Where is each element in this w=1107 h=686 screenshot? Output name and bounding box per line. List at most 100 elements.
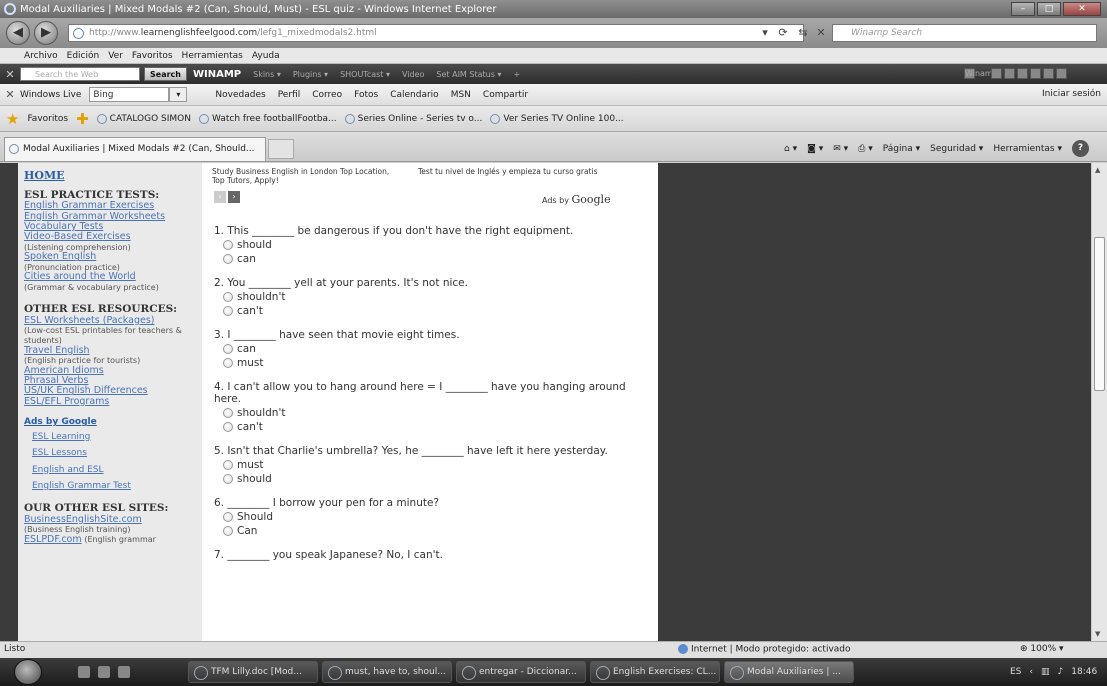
search-input[interactable]: Winamp Search [832,24,1097,42]
home-icon[interactable]: ⌂ ▾ [784,144,797,154]
answer-option[interactable]: should [214,238,658,252]
live-link-novedades[interactable]: Novedades [215,90,265,100]
ie-quicklaunch-icon[interactable] [98,666,110,678]
scroll-up-icon[interactable]: ▲ [1095,166,1100,174]
refresh-icon[interactable]: ⟳ [774,24,792,42]
answer-option[interactable]: can [214,342,658,356]
answer-option[interactable]: can [214,252,658,266]
radio-button[interactable] [223,474,233,484]
favorite-item[interactable]: Watch free footballFootba... [199,113,337,124]
radio-button[interactable] [223,526,233,536]
mail-icon[interactable]: ✉ ▾ [833,144,848,154]
live-link-msn[interactable]: MSN [451,90,471,100]
maximize-button[interactable]: □ [1037,2,1061,16]
ad-text[interactable]: Test tu nivel de Inglés y empieza tu cur… [418,167,604,185]
security-zone[interactable]: Internet | Modo protegido: activado [678,644,851,655]
bing-search-button[interactable]: ▾ [169,87,188,102]
favorites-button[interactable]: Favoritos [27,114,68,124]
winamp-search-button[interactable]: Search [144,67,187,81]
radio-button[interactable] [223,240,233,250]
winamp-menu-shoutcast[interactable]: SHOUTcast ▾ [340,70,390,79]
scroll-down-icon[interactable]: ▼ [1095,630,1100,638]
sidebar-link[interactable]: ESLPDF.com [24,534,82,545]
add-favorite-icon[interactable]: ✚ [76,110,89,128]
winamp-menu-aim[interactable]: Set AIM Status ▾ [436,70,501,79]
answer-option[interactable]: can't [214,420,658,434]
winamp-search-input[interactable]: Search the Web [20,67,140,81]
address-input[interactable]: http://www.learnenglishfeelgood.com/lefg… [68,24,804,42]
live-link-calendario[interactable]: Calendario [390,90,438,100]
tools-menu[interactable]: Herramientas ▾ [993,144,1062,154]
radio-button[interactable] [223,358,233,368]
start-button[interactable] [14,659,42,685]
taskbar-item-active[interactable]: Modal Auxiliaries | ... [724,661,854,683]
answer-option[interactable]: shouldn't [214,406,658,420]
sidebar-ads-heading[interactable]: Ads by Google [24,417,197,428]
tray-arrow-icon[interactable]: ‹ [1029,667,1033,677]
winamp-menu-video[interactable]: Video [402,70,424,79]
radio-button[interactable] [223,408,233,418]
close-button[interactable]: ✕ [1063,2,1101,16]
player-pause-icon[interactable] [1017,68,1028,79]
menu-ayuda[interactable]: Ayuda [252,51,280,61]
winamp-menu-plugins[interactable]: Plugins ▾ [293,70,328,79]
answer-option[interactable]: Can [214,524,658,538]
answer-option[interactable]: should [214,472,658,486]
menu-ver[interactable]: Ver [108,51,123,61]
taskbar-item[interactable]: English Exercises: CL... [590,661,720,683]
radio-button[interactable] [223,422,233,432]
print-icon[interactable]: ⎙ ▾ [858,144,873,154]
address-dropdown-icon[interactable]: ▾ [756,24,774,42]
answer-option[interactable]: must [214,356,658,370]
security-menu[interactable]: Seguridad ▾ [930,144,983,154]
favorite-item[interactable]: Series Online - Series tv o... [344,113,482,124]
player-stop-icon[interactable] [1030,68,1041,79]
answer-option[interactable]: must [214,458,658,472]
stop-icon[interactable]: ✕ [812,24,830,42]
sidebar-ad-link[interactable]: ESL Learning [32,432,197,442]
volume-icon[interactable]: ♪ [1058,667,1064,677]
language-indicator[interactable]: ES [1010,667,1021,677]
forward-button[interactable]: ▶ [34,21,58,45]
zoom-level[interactable]: ⊕ 100% ▾ [1020,644,1064,654]
show-desktop-icon[interactable] [78,666,90,678]
menu-herramientas[interactable]: Herramientas [182,51,243,61]
sidebar-link[interactable]: Video-Based Exercises [24,231,197,242]
close-live-toolbar-icon[interactable]: ✕ [0,88,20,101]
ad-text[interactable]: Study Business English in London Top Loc… [212,167,398,185]
taskbar-item[interactable]: must, have to, shoul... [322,661,452,683]
network-icon[interactable]: ▥ [1041,667,1050,677]
ad-prev-icon[interactable]: ‹ [214,191,226,203]
sidebar-ad-link[interactable]: English Grammar Test [32,481,197,491]
home-link[interactable]: HOME [24,170,197,182]
compat-view-icon[interactable]: ⇆ [794,24,812,42]
taskbar-item[interactable]: entregar - Diccionar... [456,661,586,683]
menu-edicion[interactable]: Edición [67,51,100,61]
minimize-button[interactable]: – [1011,2,1035,16]
media-quicklaunch-icon[interactable] [118,666,130,678]
scrollbar-thumb[interactable] [1094,237,1105,391]
live-link-fotos[interactable]: Fotos [354,90,378,100]
answer-option[interactable]: shouldn't [214,290,658,304]
signin-link[interactable]: Iniciar sesión [1042,89,1101,99]
player-volume-icon[interactable] [1056,68,1067,79]
radio-button[interactable] [223,344,233,354]
sidebar-link[interactable]: BusinessEnglishSite.com [24,514,197,525]
ads-by-google[interactable]: Ads by Google [542,193,611,206]
player-play-icon[interactable] [1004,68,1015,79]
winamp-menu-skins[interactable]: Skins ▾ [253,70,281,79]
sidebar-link[interactable]: Spoken English [24,251,197,262]
live-link-perfil[interactable]: Perfil [278,90,301,100]
answer-option[interactable]: can't [214,304,658,318]
sidebar-link[interactable]: Travel English [24,345,197,356]
radio-button[interactable] [223,460,233,470]
live-link-compartir[interactable]: Compartir [483,90,528,100]
help-icon[interactable]: ? [1072,140,1089,157]
live-link-correo[interactable]: Correo [312,90,342,100]
favorite-item[interactable]: Ver Series TV Online 100... [490,113,624,124]
tab-active[interactable]: Modal Auxiliaries | Mixed Modals #2 (Can… [4,137,266,161]
sidebar-ad-link[interactable]: English and ESL [32,465,197,475]
radio-button[interactable] [223,306,233,316]
ad-next-icon[interactable]: › [228,191,240,203]
sidebar-link[interactable]: Cities around the World [24,271,197,282]
